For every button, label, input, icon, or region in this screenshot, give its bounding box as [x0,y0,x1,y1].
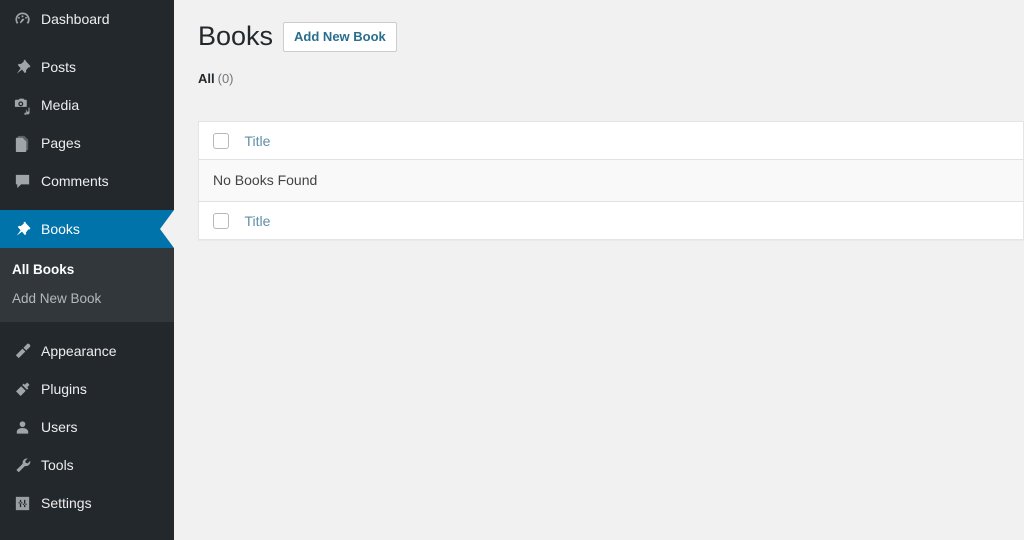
empty-state-row: No Books Found [198,159,1024,203]
page-header: Books Add New Book [198,10,1024,54]
sidebar-menu: Dashboard Posts Media Pages Comments Books All… [0,0,174,522]
sidebar-item-dashboard[interactable]: Dashboard [0,0,174,38]
pages-icon [12,133,32,153]
title-column-footer: Title [242,201,1024,240]
sidebar-item-pages[interactable]: Pages [0,124,174,162]
sidebar-item-books[interactable]: Books [0,210,174,248]
sidebar-item-comments[interactable]: Comments [0,162,174,200]
wordpress-admin-screen: Dashboard Posts Media Pages Comments Books All… [0,0,1024,540]
sidebar-item-label: Media [41,97,80,113]
add-new-book-button[interactable]: Add New Book [283,21,397,52]
books-submenu: All Books Add New Book [0,248,174,322]
page-title: Books [198,21,274,51]
select-all-header-cell [198,121,243,161]
pin-icon [12,57,32,77]
filter-count: (0) [217,71,234,87]
dashboard-icon [12,9,32,29]
sidebar-item-label: Comments [41,173,109,189]
pin-icon [12,219,32,239]
select-all-checkbox-footer[interactable] [213,213,229,230]
main-content: Books Add New Book All (0) Title No Book… [174,0,1024,540]
sidebar-item-media[interactable]: Media [0,86,174,124]
appearance-icon [12,341,32,361]
filter-item: All (0) [198,66,234,92]
sidebar-item-label: Plugins [41,381,87,397]
sidebar-item-posts[interactable]: Posts [0,48,174,86]
media-icon [12,95,32,115]
books-list-table: Title No Books Found Title [198,121,1024,241]
sidebar-item-appearance[interactable]: Appearance [0,332,174,370]
menu-separator [0,38,174,48]
table-foot: Title [198,201,1024,240]
table-head: Title [198,121,1024,161]
submenu-item-add-new-book[interactable]: Add New Book [0,284,174,313]
sidebar-item-label: Tools [41,457,74,473]
sidebar-item-label: Pages [41,135,81,151]
table-header-row: Title [198,121,1024,161]
comments-icon [12,171,32,191]
sidebar-item-tools[interactable]: Tools [0,446,174,484]
status-filter-list: All (0) [198,66,1024,92]
title-column-sort-link-footer[interactable]: Title [245,213,271,229]
settings-icon [12,493,32,513]
sidebar-item-label: Books [41,221,80,237]
current-menu-arrow-icon [160,210,174,248]
menu-separator [0,200,174,210]
sidebar-item-settings[interactable]: Settings [0,484,174,522]
sidebar-item-label: Posts [41,59,77,75]
sidebar-item-plugins[interactable]: Plugins [0,370,174,408]
sidebar-item-label: Appearance [41,343,117,359]
sidebar-item-users[interactable]: Users [0,408,174,446]
sidebar-item-label: Settings [41,495,92,511]
users-icon [12,417,32,437]
table-footer-row: Title [198,201,1024,240]
select-all-footer-cell [198,201,243,240]
select-all-checkbox[interactable] [213,133,229,150]
filter-link-all[interactable]: All [198,71,215,86]
plugins-icon [12,379,32,399]
menu-separator [0,322,174,332]
title-column-sort-link[interactable]: Title [245,133,271,149]
title-column-header: Title [242,121,1024,161]
sidebar-item-label: Users [41,419,78,435]
submenu-item-all-books[interactable]: All Books [0,255,174,284]
empty-state-message: No Books Found [198,159,1024,203]
admin-sidebar: Dashboard Posts Media Pages Comments Books All… [0,0,174,540]
sidebar-item-label: Dashboard [41,11,110,27]
table-body: No Books Found [198,159,1024,203]
tools-icon [12,455,32,475]
